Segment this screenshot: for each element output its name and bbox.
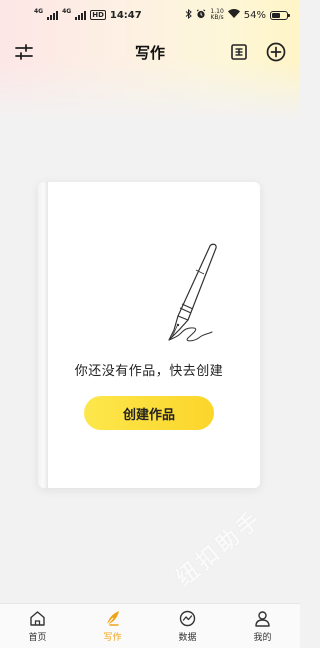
- signal-bars-icon: [75, 10, 87, 20]
- nav-label-profile: 我的: [253, 632, 272, 643]
- nav-item-data[interactable]: 数据: [150, 604, 225, 648]
- home-icon: [29, 610, 47, 628]
- hd-badge: HD: [90, 10, 106, 20]
- add-circle-icon[interactable]: [265, 41, 287, 63]
- network-speed: 1.10 KB/s: [210, 9, 223, 21]
- book-spine: [38, 182, 48, 488]
- nav-item-write[interactable]: 写作: [75, 604, 150, 648]
- bluetooth-icon: [185, 8, 193, 22]
- page-title: 写作: [134, 44, 165, 62]
- bottom-navigation: 首页 写作 数据 我的: [0, 603, 300, 648]
- watermark-text: 纽扣助手: [171, 505, 268, 592]
- status-time: 14:47: [109, 9, 142, 21]
- signal-type-2: 4G: [62, 8, 72, 15]
- template-icon[interactable]: [228, 41, 250, 63]
- wifi-icon: [227, 9, 240, 21]
- quill-icon: [104, 610, 122, 628]
- signal-type-1: 4G: [34, 8, 44, 15]
- nav-item-home[interactable]: 首页: [0, 604, 75, 648]
- chart-icon: [179, 610, 197, 628]
- profile-icon: [254, 610, 272, 628]
- speed-unit: KB/s: [210, 14, 224, 21]
- signal-bars-icon: [47, 10, 59, 20]
- status-right: 1.10 KB/s 54%: [185, 8, 290, 22]
- empty-state-card: 你还没有作品，快去创建 创建作品: [38, 182, 260, 488]
- alarm-icon: [196, 8, 206, 22]
- battery-icon: [270, 10, 290, 20]
- nav-label-data: 数据: [178, 632, 197, 643]
- nav-label-write: 写作: [103, 632, 122, 643]
- nav-item-profile[interactable]: 我的: [225, 604, 300, 648]
- status-left: 4G 4G HD 14:47: [34, 8, 142, 21]
- fountain-pen-icon: [122, 242, 222, 352]
- app-header: 写作: [0, 38, 300, 66]
- book-card: 你还没有作品，快去创建 创建作品: [38, 182, 260, 488]
- empty-state-message: 你还没有作品，快去创建: [74, 364, 224, 379]
- battery-percent: 54%: [243, 9, 266, 21]
- status-bar: 4G 4G HD 14:47 1.10 KB/s 54%: [0, 0, 300, 30]
- create-work-button[interactable]: 创建作品: [84, 396, 214, 430]
- nav-label-home: 首页: [28, 632, 47, 643]
